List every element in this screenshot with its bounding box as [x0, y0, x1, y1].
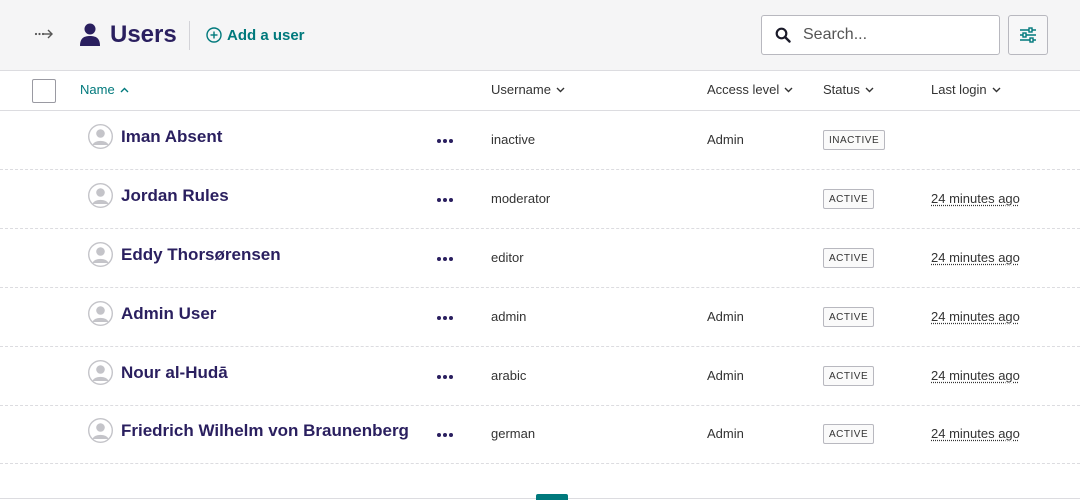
search-icon	[775, 27, 791, 43]
column-label-last-login: Last login	[931, 82, 987, 97]
last-login-cell: 24 minutes ago	[931, 250, 1020, 265]
column-label-name: Name	[80, 82, 115, 97]
column-label-username: Username	[491, 82, 551, 97]
select-all-checkbox[interactable]	[32, 79, 56, 103]
avatar-icon	[88, 242, 113, 267]
chevron-down-icon	[992, 87, 1001, 92]
username-cell: inactive	[491, 132, 536, 147]
username-cell: moderator	[491, 191, 551, 206]
column-header-last-login[interactable]: Last login	[931, 82, 1001, 97]
page-header: Users Add a user	[0, 0, 1080, 71]
more-dots-icon[interactable]	[434, 251, 456, 267]
user-name-link[interactable]: Friedrich Wilhelm von Braunenberg	[121, 421, 409, 441]
chevron-down-icon	[556, 87, 565, 92]
username-cell: german	[491, 426, 536, 441]
add-user-button[interactable]: Add a user	[206, 25, 305, 45]
more-dots-icon[interactable]	[434, 310, 456, 326]
page-title: Users	[110, 21, 177, 48]
add-user-label: Add a user	[227, 26, 305, 44]
last-login-cell: 24 minutes ago	[931, 309, 1020, 324]
chevron-down-icon	[784, 87, 793, 92]
column-header-username[interactable]: Username	[491, 82, 565, 97]
user-name-link[interactable]: Jordan Rules	[121, 186, 229, 206]
table-row: Jordan Rules moderator ACTIVE 24 minutes…	[0, 170, 1080, 229]
access-level-cell: Admin	[707, 309, 744, 324]
more-dots-icon[interactable]	[434, 133, 456, 149]
access-level-cell: Admin	[707, 426, 744, 441]
user-icon	[80, 23, 100, 46]
sort-ascending-icon	[120, 87, 129, 92]
table-row: Eddy Thorsørensen editor ACTIVE 24 minut…	[0, 229, 1080, 288]
last-login-cell: 24 minutes ago	[931, 426, 1020, 441]
status-badge: ACTIVE	[823, 424, 875, 444]
table-row: Friedrich Wilhelm von Braunenberg german…	[0, 405, 1080, 464]
header-divider	[189, 21, 190, 50]
chevron-down-icon	[865, 87, 874, 92]
user-name-link[interactable]: Eddy Thorsørensen	[121, 245, 281, 265]
column-label-status: Status	[823, 82, 860, 97]
user-name-link[interactable]: Admin User	[121, 304, 216, 324]
last-login-cell: 24 minutes ago	[931, 191, 1020, 206]
username-cell: admin	[491, 309, 527, 324]
sidebar-toggle-icon[interactable]	[33, 24, 57, 44]
user-name-link[interactable]: Nour al-Hudā	[121, 363, 228, 383]
more-dots-icon[interactable]	[434, 427, 456, 443]
column-header-access-level[interactable]: Access level	[707, 82, 793, 97]
table-row: Nour al-Hudā arabic Admin ACTIVE 24 minu…	[0, 347, 1080, 406]
status-badge: INACTIVE	[823, 130, 886, 150]
table-header: Name Username Access level Status Last l…	[0, 71, 1080, 111]
status-badge: ACTIVE	[823, 366, 875, 386]
status-badge: ACTIVE	[823, 189, 875, 209]
more-dots-icon[interactable]	[434, 369, 456, 385]
more-dots-icon[interactable]	[434, 192, 456, 208]
column-label-access-level: Access level	[707, 82, 780, 97]
pagination-indicator[interactable]	[536, 494, 568, 500]
search-box[interactable]	[761, 15, 1000, 55]
access-level-cell: Admin	[707, 368, 744, 383]
avatar-icon	[88, 418, 113, 443]
column-header-status[interactable]: Status	[823, 82, 874, 97]
status-badge: ACTIVE	[823, 307, 875, 327]
column-header-name[interactable]: Name	[80, 82, 129, 97]
status-badge: ACTIVE	[823, 248, 875, 268]
table-row: Admin User admin Admin ACTIVE 24 minutes…	[0, 288, 1080, 347]
access-level-cell: Admin	[707, 132, 744, 147]
last-login-cell: 24 minutes ago	[931, 368, 1020, 383]
username-cell: arabic	[491, 368, 527, 383]
username-cell: editor	[491, 250, 524, 265]
sliders-icon	[1020, 27, 1036, 43]
avatar-icon	[88, 124, 113, 149]
table-row: Iman Absent inactive Admin INACTIVE	[0, 111, 1080, 170]
plus-circle-icon	[206, 27, 222, 43]
avatar-icon	[88, 183, 113, 208]
user-name-link[interactable]: Iman Absent	[121, 127, 222, 147]
avatar-icon	[88, 301, 113, 326]
search-input[interactable]	[803, 26, 983, 44]
avatar-icon	[88, 360, 113, 385]
filter-button[interactable]	[1008, 15, 1048, 55]
